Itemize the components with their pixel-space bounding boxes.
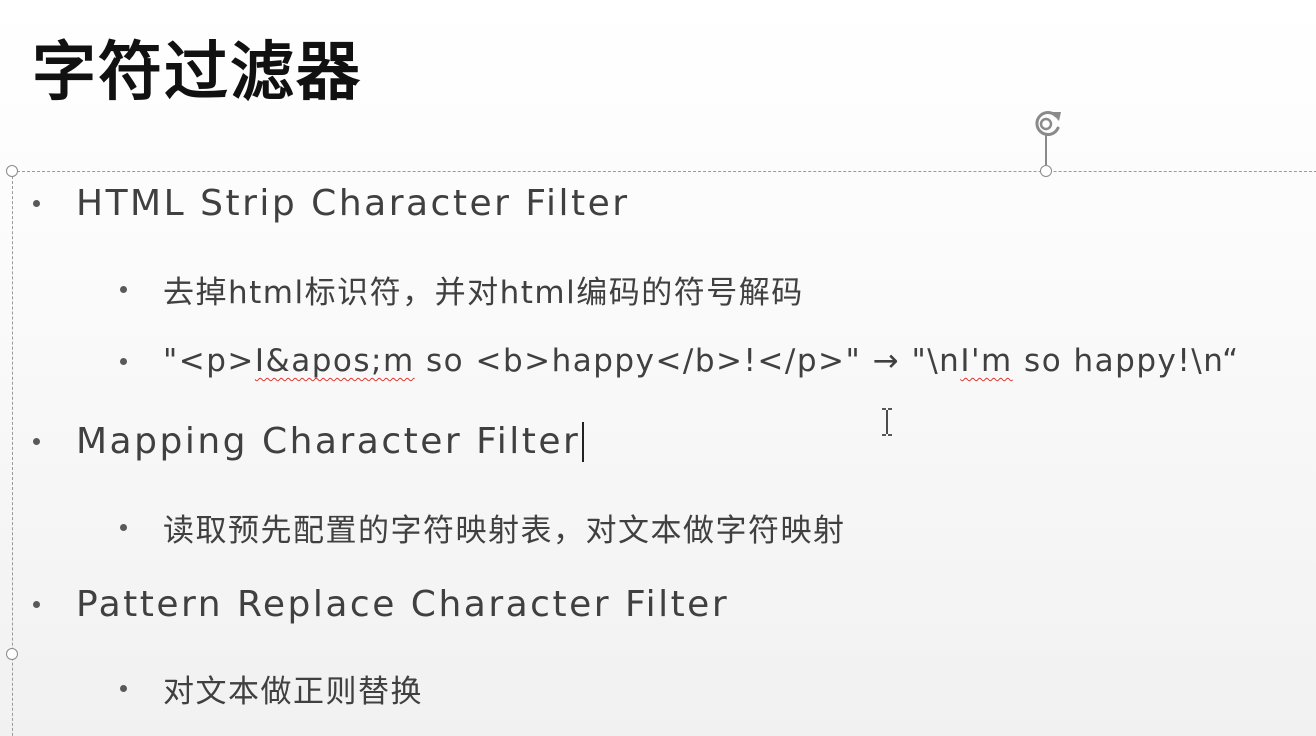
resize-handle-middle-left[interactable] xyxy=(6,648,18,660)
sub-bullet-label[interactable]: 对文本做正则替换 xyxy=(163,666,423,711)
bullet-label[interactable]: Pattern Replace Character Filter xyxy=(76,584,729,625)
sub-bullet-label[interactable]: 读取预先配置的字符映射表，对文本做字符映射 xyxy=(163,505,846,550)
sub-bullet-html-strip-example[interactable]: "<p>I&apos;m so <b>happy</b>!</p>" → "\n… xyxy=(120,343,1240,379)
resize-handle-top-left[interactable] xyxy=(6,165,18,177)
text-ibeam-cursor-icon xyxy=(882,408,892,436)
bullet-dot-icon xyxy=(33,438,40,445)
bullet-dot-icon xyxy=(33,601,40,608)
bullet-dot-icon xyxy=(33,200,40,207)
slide-title[interactable]: 字符过滤器 xyxy=(32,28,362,118)
bullet-label[interactable]: HTML Strip Character Filter xyxy=(76,183,630,224)
resize-handle-top-middle[interactable] xyxy=(1040,165,1052,177)
sub-bullet-pattern-replace-desc[interactable]: 对文本做正则替换 xyxy=(120,666,423,711)
bullet-mapping[interactable]: Mapping Character Filter xyxy=(33,421,585,462)
bullet-dot-icon xyxy=(120,357,127,365)
spellcheck-word[interactable]: I'm xyxy=(960,343,1012,379)
spellcheck-word[interactable]: I&apos;m xyxy=(255,343,415,379)
example-middle: so <b>happy</b>!</p>" → "\n xyxy=(414,343,961,379)
bullet-label[interactable]: Mapping Character Filter xyxy=(76,421,580,462)
bullet-dot-icon xyxy=(120,524,127,531)
sub-bullet-mapping-desc[interactable]: 读取预先配置的字符映射表，对文本做字符映射 xyxy=(120,505,846,550)
bullet-pattern-replace[interactable]: Pattern Replace Character Filter xyxy=(33,584,729,625)
bullet-dot-icon xyxy=(120,286,127,293)
text-caret xyxy=(582,421,585,462)
sub-bullet-html-strip-desc[interactable]: 去掉html标识符，并对html编码的符号解码 xyxy=(120,267,804,312)
bullet-dot-icon xyxy=(120,685,127,692)
rotate-handle-icon[interactable] xyxy=(1029,106,1067,144)
sub-bullet-label[interactable]: 去掉html标识符，并对html编码的符号解码 xyxy=(163,267,804,312)
bullet-html-strip[interactable]: HTML Strip Character Filter xyxy=(33,183,630,224)
example-prefix: "<p> xyxy=(163,343,255,379)
example-suffix: so happy!\n“ xyxy=(1012,343,1240,379)
example-code-text[interactable]: "<p>I&apos;m so <b>happy</b>!</p>" → "\n… xyxy=(163,343,1240,379)
